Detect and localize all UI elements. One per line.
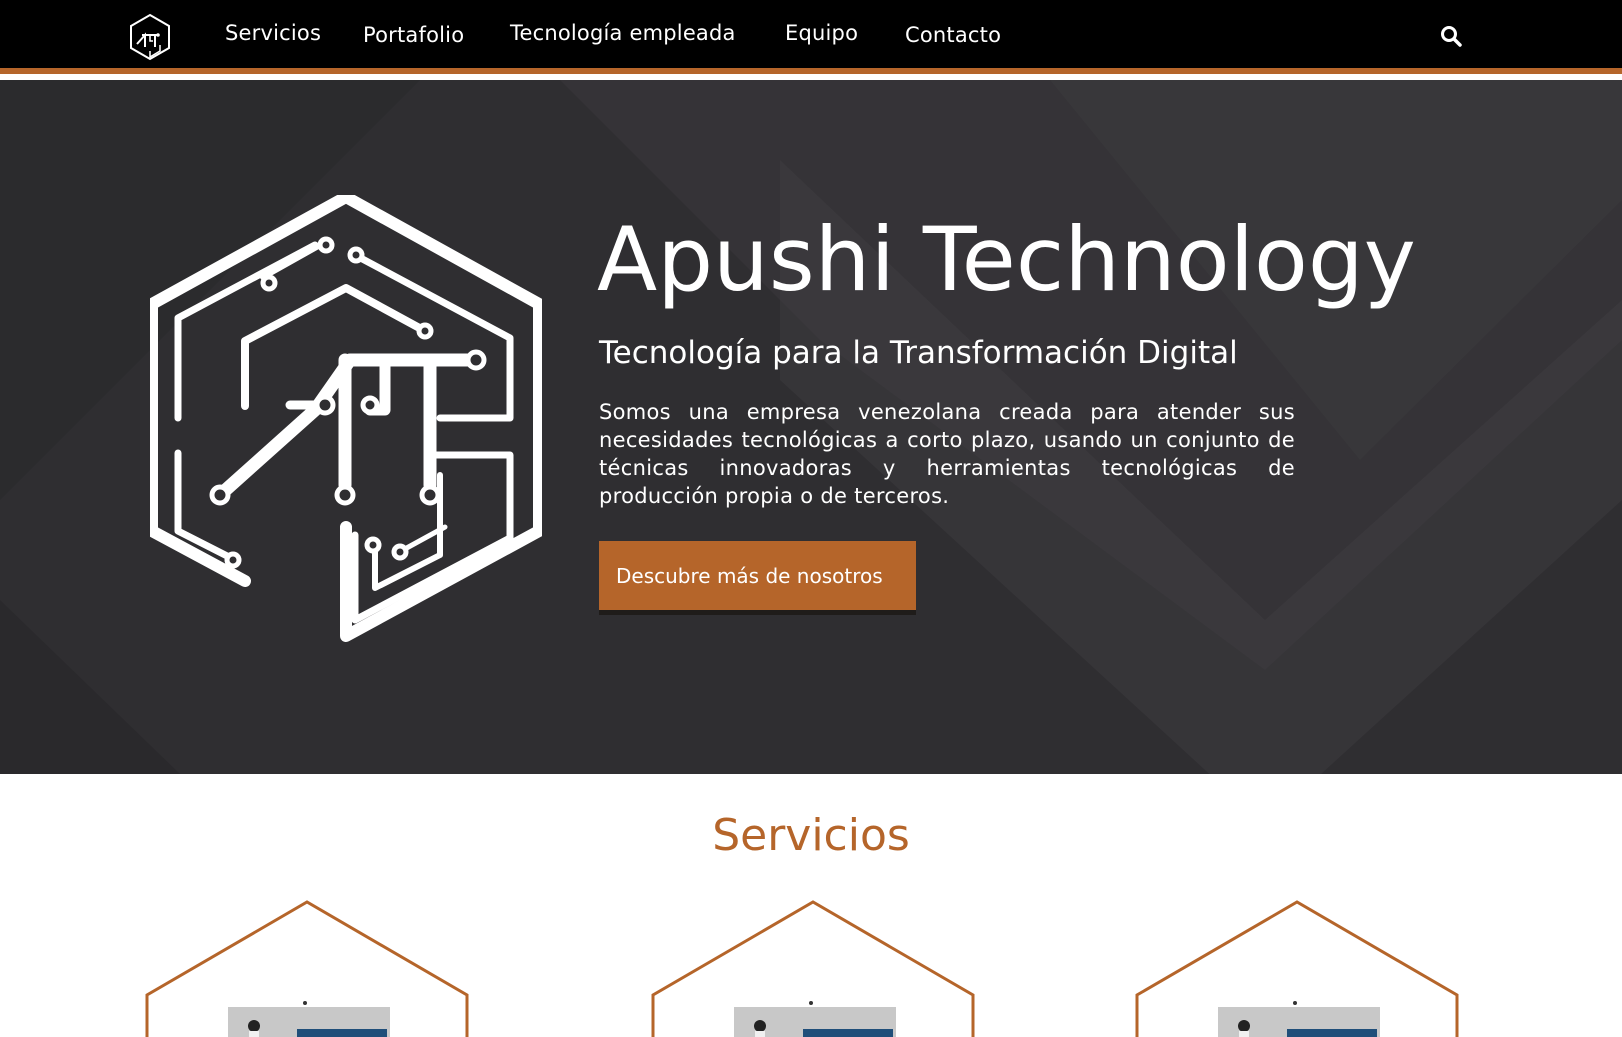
hero-description: Somos una empresa venezolana creada para… xyxy=(599,400,1295,508)
hero-subtitle: Tecnología para la Transformación Digita… xyxy=(599,335,1238,371)
service-card-1[interactable] xyxy=(145,900,471,1037)
nav-item-contacto[interactable]: Contacto xyxy=(905,23,1001,47)
service-card-2[interactable] xyxy=(651,900,977,1037)
nav-item-servicios[interactable]: Servicios xyxy=(225,21,321,45)
hero-logo-icon xyxy=(150,195,542,642)
hero-title: Apushi Technology xyxy=(597,208,1416,311)
nav-item-equipo[interactable]: Equipo xyxy=(785,21,858,45)
service-card-3[interactable] xyxy=(1135,900,1461,1037)
service-illustration-icon xyxy=(1135,900,1459,1037)
search-icon[interactable] xyxy=(1439,24,1463,48)
service-illustration-icon xyxy=(145,900,469,1037)
discover-more-button[interactable]: Descubre más de nosotros xyxy=(599,541,916,610)
services-title: Servicios xyxy=(712,810,910,861)
top-navigation: Servicios Portafolio Tecnología empleada… xyxy=(0,0,1622,74)
service-illustration-icon xyxy=(651,900,975,1037)
apushi-logo-icon[interactable] xyxy=(128,13,172,61)
nav-item-tecnologia-empleada[interactable]: Tecnología empleada xyxy=(510,21,736,45)
nav-item-portafolio[interactable]: Portafolio xyxy=(363,23,464,47)
hero-section: Apushi Technology Tecnología para la Tra… xyxy=(0,80,1622,774)
